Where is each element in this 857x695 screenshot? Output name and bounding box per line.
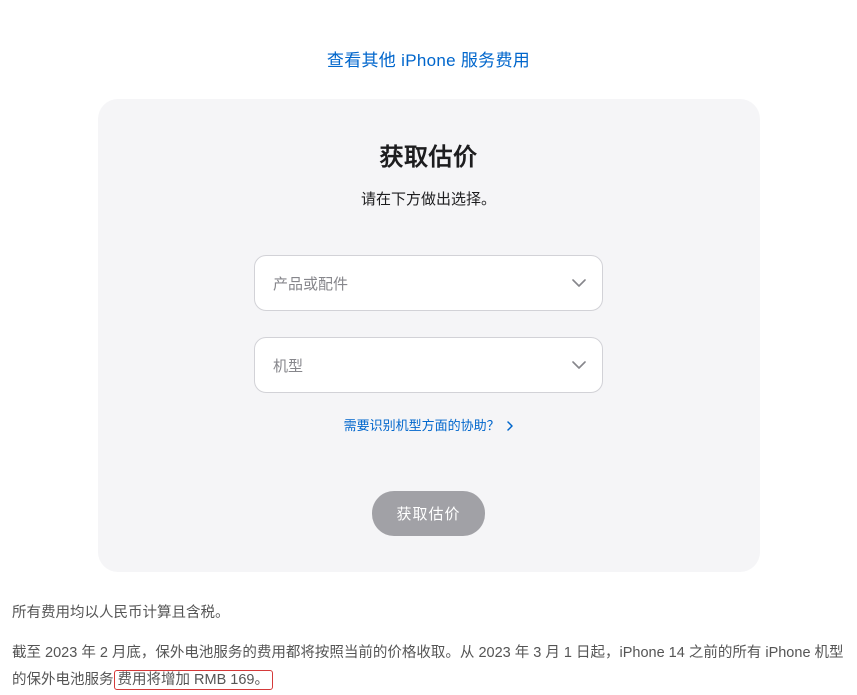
top-link-row: 查看其他 iPhone 服务费用 — [10, 0, 847, 99]
card-title: 获取估价 — [118, 137, 740, 172]
product-select-wrap: 产品或配件 — [254, 255, 603, 311]
model-select-placeholder: 机型 — [273, 355, 303, 376]
card-subtitle: 请在下方做出选择。 — [118, 188, 740, 209]
model-select[interactable]: 机型 — [254, 337, 603, 393]
help-link-label: 需要识别机型方面的协助？ — [344, 418, 500, 433]
price-increase-highlight: 费用将增加 RMB 169。 — [114, 670, 273, 690]
product-select-placeholder: 产品或配件 — [273, 273, 348, 294]
get-estimate-button[interactable]: 获取估价 — [372, 491, 484, 536]
model-select-wrap: 机型 — [254, 337, 603, 393]
help-link-row: 需要识别机型方面的协助？ — [118, 415, 740, 435]
footer-text: 所有费用均以人民币计算且含税。 截至 2023 年 2 月底，保外电池服务的费用… — [10, 572, 847, 695]
estimate-card: 获取估价 请在下方做出选择。 产品或配件 机型 需要识别机型方面的协助？ — [98, 99, 760, 572]
identify-model-help-link[interactable]: 需要识别机型方面的协助？ — [344, 418, 514, 433]
chevron-right-icon — [507, 419, 513, 434]
product-select[interactable]: 产品或配件 — [254, 255, 603, 311]
footer-line-2: 截至 2023 年 2 月底，保外电池服务的费用都将按照当前的价格收取。从 20… — [12, 640, 845, 695]
footer-line-1: 所有费用均以人民币计算且含税。 — [12, 600, 845, 628]
other-services-link[interactable]: 查看其他 iPhone 服务费用 — [327, 51, 530, 70]
